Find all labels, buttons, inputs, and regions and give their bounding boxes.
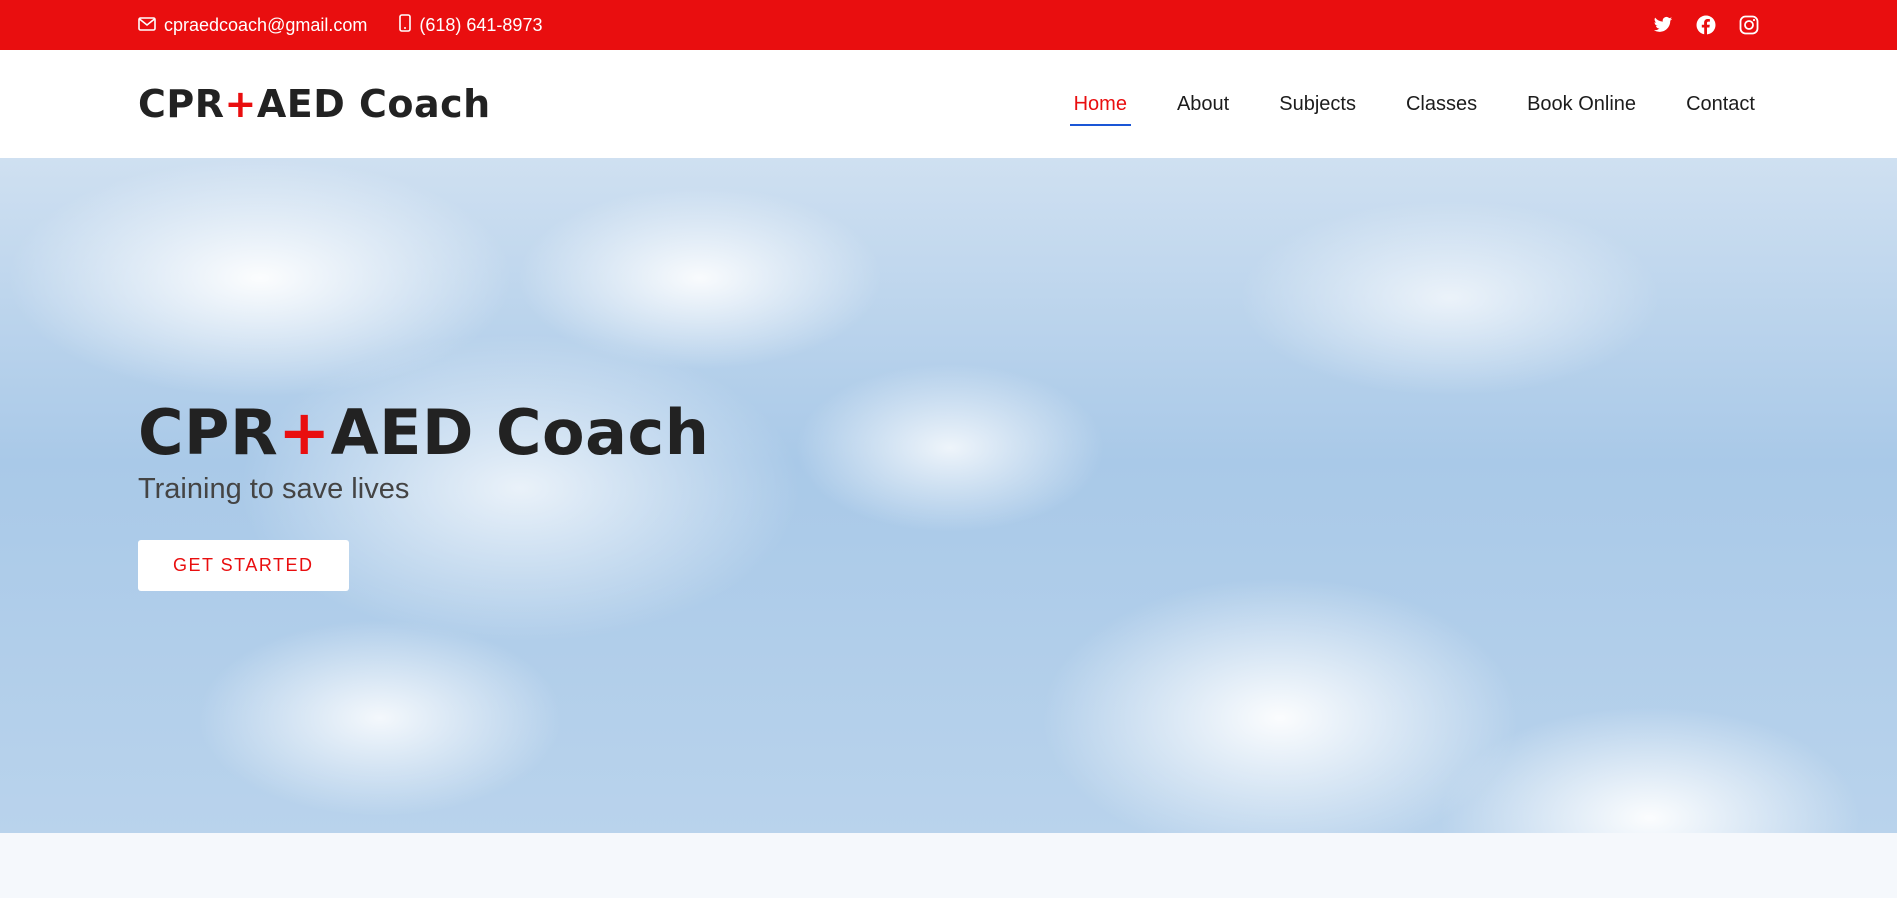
- hero-title-aed-coach: AED Coach: [330, 396, 710, 469]
- logo-text-aed-coach: AED Coach: [256, 82, 491, 126]
- email-contact[interactable]: cpraedcoach@gmail.com: [138, 15, 367, 36]
- hero-subtitle: Training to save lives: [138, 473, 410, 505]
- nav-about[interactable]: About: [1173, 85, 1233, 124]
- nav-home[interactable]: Home: [1069, 85, 1132, 126]
- get-started-button[interactable]: GET STARTED: [138, 540, 349, 591]
- contact-info: cpraedcoach@gmail.com (618) 641-8973: [138, 13, 574, 37]
- nav-subjects[interactable]: Subjects: [1275, 85, 1360, 124]
- main-nav: Home About Subjects Classes Book Online …: [1028, 85, 1759, 126]
- social-links: [1630, 15, 1759, 35]
- hero-content: CPR+AED Coach Training to save lives GET…: [138, 396, 709, 591]
- hero-section: CPR+AED Coach Training to save lives GET…: [0, 158, 1897, 833]
- nav-classes[interactable]: Classes: [1402, 85, 1481, 124]
- site-logo[interactable]: CPR+AED Coach: [138, 82, 491, 126]
- envelope-icon: [138, 15, 164, 36]
- facebook-icon[interactable]: [1696, 15, 1716, 35]
- phone-icon: [399, 13, 419, 37]
- hero-title-plus: +: [278, 396, 331, 469]
- instagram-icon[interactable]: [1739, 15, 1759, 35]
- hero-title-cpr: CPR: [138, 396, 279, 469]
- logo-text-cpr: CPR: [138, 82, 225, 126]
- top-bar: cpraedcoach@gmail.com (618) 641-8973: [0, 0, 1897, 50]
- email-text[interactable]: cpraedcoach@gmail.com: [164, 15, 367, 36]
- site-header: CPR+AED Coach Home About Subjects Classe…: [0, 50, 1897, 158]
- hero-title: CPR+AED Coach: [138, 396, 709, 469]
- nav-book-online[interactable]: Book Online: [1523, 85, 1640, 124]
- next-section-start: [0, 833, 1897, 898]
- twitter-icon[interactable]: [1653, 16, 1673, 34]
- phone-text[interactable]: (618) 641-8973: [419, 15, 542, 36]
- phone-contact[interactable]: (618) 641-8973: [399, 13, 542, 37]
- logo-plus: +: [224, 82, 257, 126]
- nav-contact[interactable]: Contact: [1682, 85, 1759, 124]
